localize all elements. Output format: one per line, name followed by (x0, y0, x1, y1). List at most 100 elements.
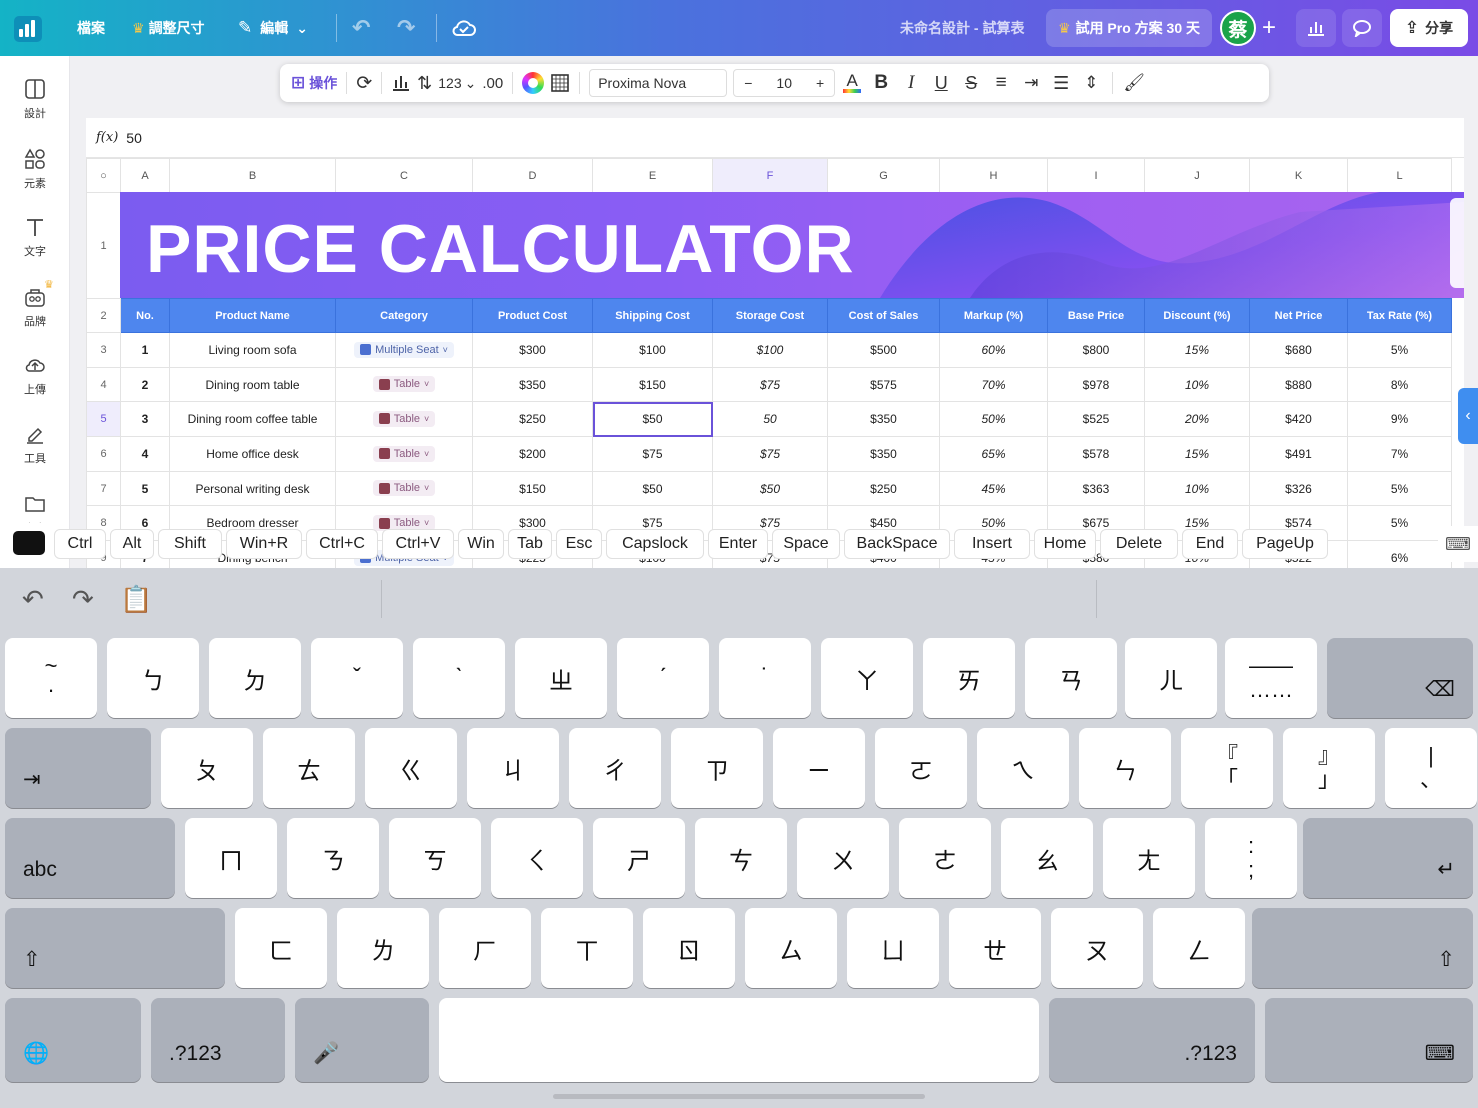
hide-keyboard-key[interactable]: ⌨ (1265, 998, 1473, 1082)
redo-icon[interactable]: ↷ (72, 584, 102, 614)
return-key[interactable]: ↵ (1303, 818, 1473, 898)
font-size-stepper[interactable]: − 10 + (733, 69, 836, 97)
table-cell[interactable]: 5% (1347, 470, 1452, 507)
table-cell[interactable]: $350 (472, 366, 593, 403)
header-cell[interactable]: Category (335, 298, 473, 333)
keyboard-key[interactable]: ㄥ (1153, 908, 1245, 988)
sidebar-item-brand[interactable]: 品牌 ♛ (0, 279, 70, 329)
resize-menu[interactable]: ♛ 調整尺寸 (132, 0, 205, 56)
category-cell[interactable]: Table ˅ (335, 401, 473, 438)
shortcut-key[interactable]: Win (458, 529, 504, 559)
shortcut-key[interactable]: Win+R (226, 529, 302, 559)
keyboard-key[interactable]: ㄡ (1051, 908, 1143, 988)
row-number[interactable]: 1 (86, 192, 121, 299)
category-chip[interactable]: Multiple Seat˅ (354, 341, 454, 358)
keyboard-key[interactable]: |、 (1385, 728, 1477, 808)
column-header[interactable]: C (335, 158, 473, 193)
keyboard-key[interactable]: ㄢ (1025, 638, 1117, 718)
avatar[interactable]: 蔡 (1220, 10, 1256, 46)
keyboard-key[interactable]: ㄜ (899, 818, 991, 898)
keyboard-key[interactable]: ㄏ (439, 908, 531, 988)
table-cell[interactable]: $350 (827, 401, 940, 438)
panel-toggle-handle[interactable]: ‹ (1458, 388, 1478, 444)
keyboard-key[interactable]: ˙ (719, 638, 811, 718)
globe-key[interactable]: 🌐 (5, 998, 141, 1082)
table-cell[interactable]: $100 (712, 332, 828, 368)
header-cell[interactable]: Markup (%) (939, 298, 1048, 333)
table-cell[interactable]: $75 (712, 436, 828, 472)
column-header[interactable]: B (169, 158, 336, 193)
table-cell[interactable]: 10% (1144, 366, 1250, 403)
chart-insert-icon[interactable] (391, 69, 411, 97)
abc-key[interactable]: abc (5, 818, 175, 898)
row-number[interactable]: 6 (86, 436, 121, 472)
column-header[interactable]: A (120, 158, 170, 193)
file-menu[interactable]: 檔案 (77, 0, 105, 56)
numbers-key[interactable]: .?123 (1049, 998, 1255, 1082)
header-cell[interactable]: Net Price (1249, 298, 1348, 333)
keyboard-key[interactable]: ㄒ (541, 908, 633, 988)
table-cell[interactable]: $363 (1047, 470, 1145, 507)
header-cell[interactable]: Cost of Sales (827, 298, 940, 333)
table-cell[interactable]: 50 (712, 401, 828, 438)
font-family-select[interactable]: Proxima Nova (589, 69, 728, 97)
shortcut-key[interactable]: Enter (708, 529, 768, 559)
table-cell[interactable]: $500 (827, 332, 940, 368)
table-cell[interactable]: $525 (1047, 401, 1145, 438)
increase-size-button[interactable]: + (816, 75, 824, 91)
shortcut-key[interactable]: Capslock (606, 529, 704, 559)
column-header[interactable]: D (472, 158, 593, 193)
shortcut-key[interactable]: Ctrl+V (382, 529, 454, 559)
shift-key[interactable]: ⇧ (5, 908, 225, 988)
color-wheel-icon[interactable] (522, 69, 545, 97)
number-format-dropdown[interactable]: 123 ⌄ (438, 69, 476, 97)
keyboard-key[interactable]: ㄑ (491, 818, 583, 898)
table-cell[interactable]: $350 (827, 436, 940, 472)
keyboard-key[interactable]: ㄅ (107, 638, 199, 718)
table-cell[interactable]: 5 (120, 470, 170, 507)
shift-key[interactable]: ⇧ (1252, 908, 1473, 988)
table-cell[interactable]: 65% (939, 436, 1048, 472)
header-cell[interactable]: Tax Rate (%) (1347, 298, 1452, 333)
cloud-saved-icon[interactable] (452, 0, 476, 56)
category-chip[interactable]: Table ˅ (372, 480, 436, 497)
decrease-size-button[interactable]: − (744, 75, 752, 91)
shortcut-key[interactable]: Ctrl+C (306, 529, 378, 559)
row-number[interactable]: 7 (86, 470, 121, 507)
document-title[interactable]: 未命名設計 - 試算表 (900, 0, 1024, 56)
column-header[interactable]: E (592, 158, 713, 193)
sidebar-item-tools[interactable]: 工具 (0, 423, 70, 466)
category-cell[interactable]: Multiple Seat˅ (335, 332, 473, 368)
table-cell[interactable]: 45% (939, 470, 1048, 507)
shortcut-key[interactable]: PageUp (1242, 529, 1328, 559)
undo-icon[interactable]: ↶ (352, 0, 370, 56)
tab-key[interactable]: ⇥ (5, 728, 151, 808)
formula-input[interactable]: 50 (126, 130, 142, 146)
shortcut-key[interactable]: End (1182, 529, 1238, 559)
keyboard-key[interactable]: ㄦ (1125, 638, 1217, 718)
keyboard-key[interactable]: ㄋ (287, 818, 379, 898)
row-number[interactable]: 5 (86, 401, 121, 438)
table-cell[interactable]: 5% (1347, 505, 1452, 542)
table-cell[interactable]: $680 (1249, 332, 1348, 368)
keyboard-key[interactable]: ㄍ (365, 728, 457, 808)
keyboard-key[interactable]: ㄨ (797, 818, 889, 898)
category-cell[interactable]: Table ˅ (335, 366, 473, 403)
text-color-icon[interactable]: A (841, 69, 863, 97)
table-cell[interactable]: Dining room table (169, 366, 336, 403)
keyboard-key[interactable]: ㄧ (773, 728, 865, 808)
sidebar-item-upload[interactable]: 上傳 (0, 354, 70, 397)
underline-icon[interactable]: U (929, 69, 953, 97)
text-wrap-icon[interactable]: ⇥ (1019, 69, 1043, 97)
line-spacing-icon[interactable]: ⇕ (1079, 69, 1103, 97)
keyboard-toggle-icon[interactable] (13, 531, 45, 555)
shortcut-key[interactable]: Esc (556, 529, 602, 559)
table-cell[interactable]: $326 (1249, 470, 1348, 507)
keyboard-key[interactable]: ㄤ (1103, 818, 1195, 898)
column-header[interactable]: H (939, 158, 1048, 193)
borders-icon[interactable] (550, 69, 570, 97)
keyboard-key[interactable]: ㄎ (389, 818, 481, 898)
shortcut-key[interactable]: Delete (1100, 529, 1178, 559)
keyboard-key[interactable]: ㄝ (949, 908, 1041, 988)
hide-shortcuts-icon[interactable]: ⌨ (1438, 526, 1478, 562)
